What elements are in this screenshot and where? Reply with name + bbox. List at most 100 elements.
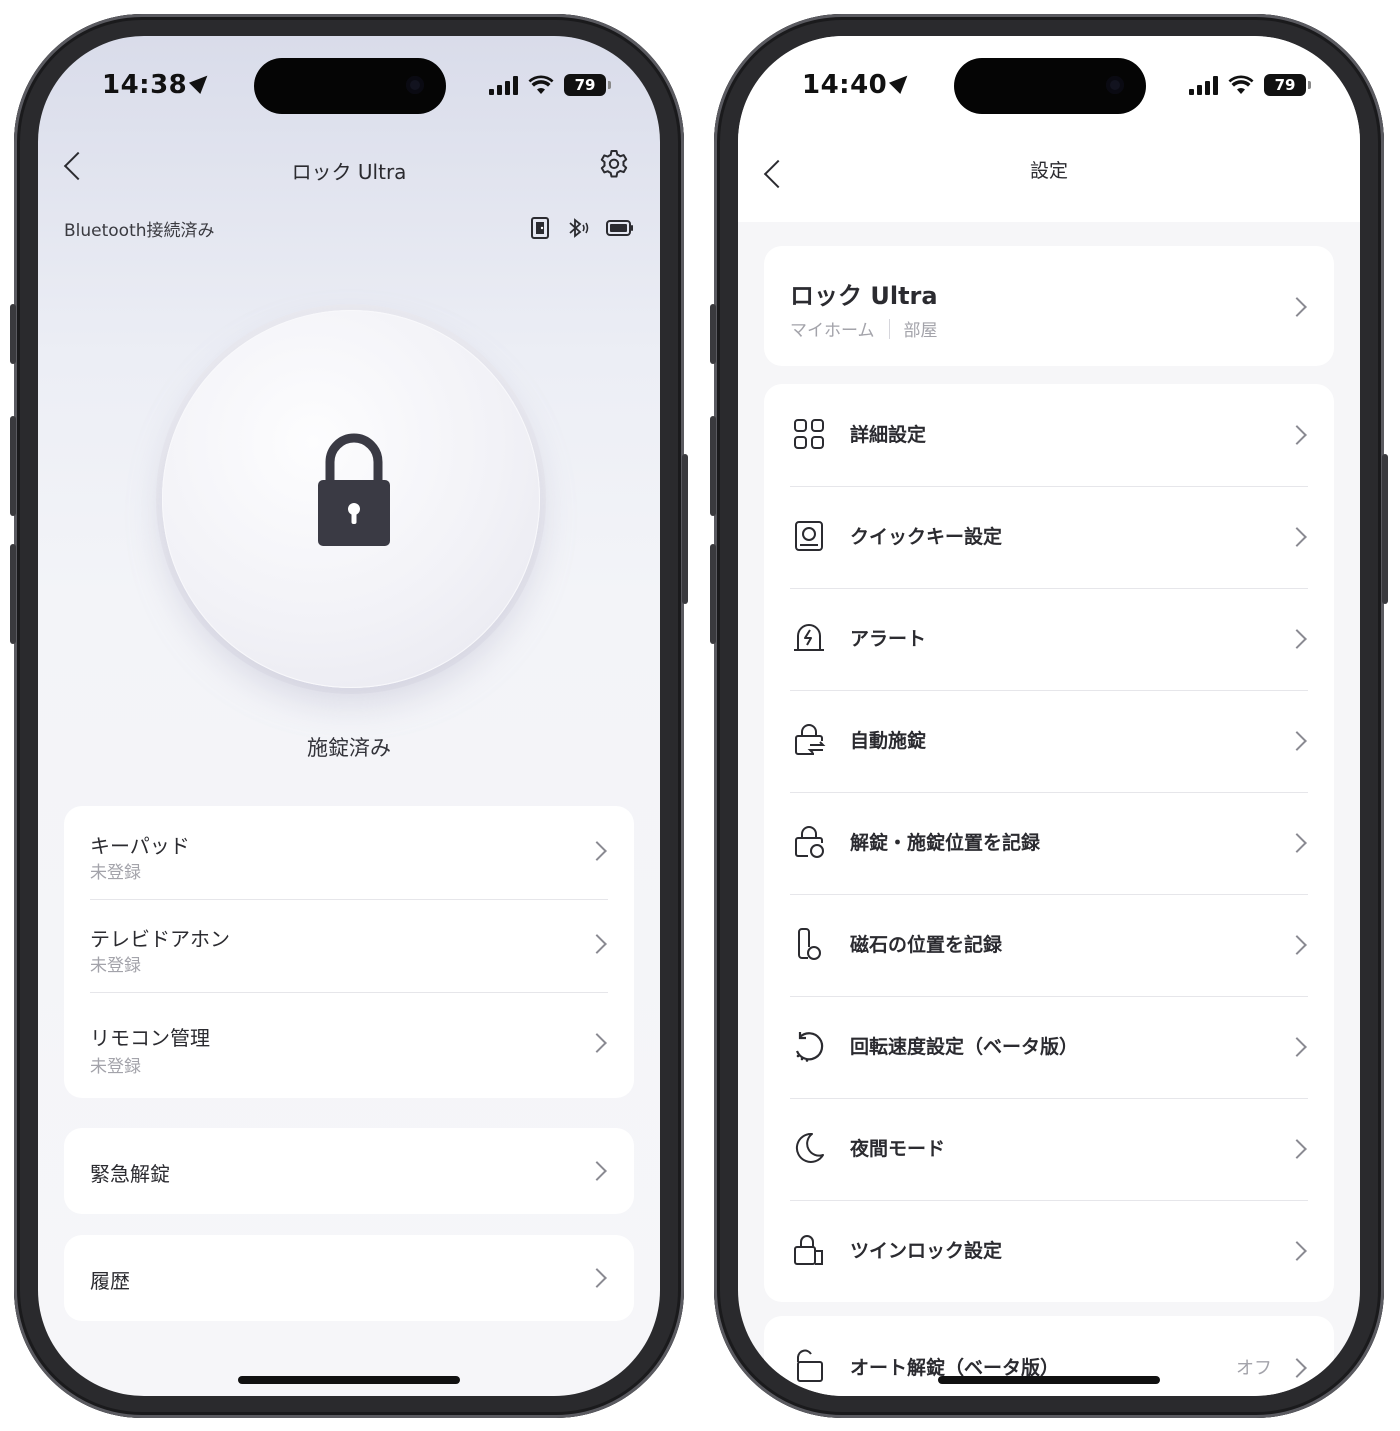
- connection-row: Bluetooth接続済み: [64, 216, 634, 246]
- auto-unlock-value: オフ: [1236, 1358, 1272, 1379]
- home-indicator[interactable]: [238, 1376, 460, 1384]
- chevron-right-icon: [1287, 297, 1307, 317]
- padlock-icon: [318, 433, 390, 546]
- device-name: ロック Ultra: [790, 282, 938, 310]
- history-card[interactable]: 履歴: [64, 1235, 634, 1321]
- wifi-icon: [528, 75, 554, 94]
- menu-item-label: 解錠・施錠位置を記録: [850, 832, 1041, 854]
- volume-up-button: [10, 416, 16, 516]
- chevron-right-icon: [1287, 629, 1307, 649]
- chevron-right-icon: [1287, 731, 1307, 751]
- volume-down-button: [10, 544, 16, 644]
- menu-item-label: クイックキー設定: [850, 526, 1003, 548]
- status-time: 14:38: [102, 69, 214, 100]
- chevron-right-icon: [1287, 1139, 1307, 1159]
- home-indicator[interactable]: [938, 1376, 1160, 1384]
- divider: [888, 318, 890, 339]
- menu-item-alert[interactable]: アラート: [764, 588, 1334, 690]
- list-item-subtitle: 未登録: [90, 1057, 141, 1077]
- action-button: [710, 304, 716, 364]
- power-button: [1382, 454, 1388, 604]
- auto-lock-icon: [795, 724, 826, 755]
- twin-lock-icon: [794, 1235, 823, 1265]
- volume-down-button: [710, 544, 716, 644]
- bluetooth-icon: [569, 218, 589, 238]
- phone-frame-left: 14:38 79 ロック Ultra Bluetooth接続済み 施錠済み キー…: [10, 14, 688, 1418]
- status-icons: 79: [1189, 74, 1311, 96]
- device-card[interactable]: ロック Ultra マイホーム 部屋: [764, 246, 1334, 366]
- menu-item-advanced-settings[interactable]: 詳細設定: [764, 384, 1334, 486]
- chevron-right-icon: [1287, 833, 1307, 853]
- menu-item-label: 夜間モード: [850, 1138, 946, 1160]
- accessories-card: キーパッド 未登録 テレビドアホン 未登録 リモコン管理 未登録: [64, 806, 634, 1098]
- chevron-right-icon: [1287, 1241, 1307, 1261]
- battery-level-icon: [606, 220, 633, 236]
- history-label: 履歴: [90, 1269, 130, 1293]
- chevron-right-icon: [1287, 1358, 1307, 1378]
- lock-toggle-button[interactable]: [162, 310, 540, 688]
- action-button: [10, 304, 16, 364]
- chevron-right-icon: [1287, 425, 1307, 445]
- page-title: ロック Ultra: [291, 160, 407, 184]
- list-item-subtitle: 未登録: [90, 863, 141, 883]
- volume-up-button: [710, 416, 716, 516]
- chevron-right-icon: [587, 934, 607, 954]
- emergency-unlock-label: 緊急解錠: [90, 1162, 170, 1186]
- rotation-icon: [795, 1032, 824, 1062]
- door-icon: [531, 217, 549, 239]
- lock-position-icon: [795, 826, 824, 858]
- chevron-right-icon: [587, 1268, 607, 1288]
- lock-screen: 14:38 79 ロック Ultra Bluetooth接続済み 施錠済み キー…: [38, 36, 660, 1396]
- auto-unlock-card[interactable]: オート解錠（ベータ版） オフ: [764, 1316, 1334, 1396]
- list-item-title: リモコン管理: [90, 1026, 210, 1050]
- battery-icon: 79: [1264, 74, 1311, 96]
- location-arrow-icon: [189, 69, 214, 95]
- menu-item-record-lock-position[interactable]: 解錠・施錠位置を記録: [764, 792, 1334, 894]
- menu-item-label: 自動施錠: [850, 730, 927, 752]
- list-item-remote[interactable]: リモコン管理 未登録: [64, 992, 634, 1098]
- list-item-video-doorphone[interactable]: テレビドアホン 未登録: [64, 899, 634, 992]
- connection-status: Bluetooth接続済み: [64, 221, 215, 241]
- menu-item-label: 詳細設定: [850, 424, 927, 446]
- device-room: 部屋: [903, 321, 938, 341]
- menu-item-label: アラート: [850, 628, 927, 650]
- menu-item-label: ツインロック設定: [850, 1240, 1003, 1262]
- menu-item-rotation-speed[interactable]: 回転速度設定（ベータ版）: [764, 996, 1334, 1098]
- moon-icon: [795, 1132, 824, 1163]
- chevron-right-icon: [587, 1161, 607, 1181]
- list-item-keypad[interactable]: キーパッド 未登録: [64, 806, 634, 899]
- status-icons: 79: [489, 74, 611, 96]
- menu-item-label: 回転速度設定（ベータ版）: [850, 1036, 1079, 1058]
- chevron-right-icon: [1287, 1037, 1307, 1057]
- cellular-signal-icon: [1189, 75, 1218, 95]
- dynamic-island: [254, 58, 446, 114]
- nav-bar: ロック Ultra: [38, 148, 660, 192]
- menu-item-record-magnet-position[interactable]: 磁石の位置を記録: [764, 894, 1334, 996]
- alert-bell-icon: [794, 624, 824, 651]
- list-item-title: キーパッド: [90, 834, 190, 858]
- battery-icon: 79: [564, 74, 611, 96]
- magnet-position-icon: [798, 928, 821, 960]
- list-item-title: テレビドアホン: [90, 927, 230, 951]
- power-button: [682, 454, 688, 604]
- menu-item-twin-lock[interactable]: ツインロック設定: [764, 1200, 1334, 1302]
- quick-key-icon: [795, 521, 823, 551]
- chevron-right-icon: [1287, 527, 1307, 547]
- grid-icon: [794, 419, 824, 449]
- cellular-signal-icon: [489, 75, 518, 95]
- chevron-right-icon: [587, 1033, 607, 1053]
- menu-item-auto-lock[interactable]: 自動施錠: [764, 690, 1334, 792]
- chevron-right-icon: [1287, 935, 1307, 955]
- unlock-icon: [797, 1349, 823, 1382]
- gear-icon[interactable]: [598, 148, 630, 180]
- wifi-icon: [1228, 75, 1254, 94]
- menu-item-label: 磁石の位置を記録: [850, 934, 1003, 956]
- dynamic-island: [954, 58, 1146, 114]
- list-item-subtitle: 未登録: [90, 956, 141, 976]
- lock-status-label: 施錠済み: [307, 736, 391, 760]
- page-title: 設定: [1029, 160, 1068, 182]
- emergency-unlock-card[interactable]: 緊急解錠: [64, 1128, 634, 1214]
- menu-item-quick-key[interactable]: クイックキー設定: [764, 486, 1334, 588]
- device-home: マイホーム: [790, 321, 875, 341]
- menu-item-night-mode[interactable]: 夜間モード: [764, 1098, 1334, 1200]
